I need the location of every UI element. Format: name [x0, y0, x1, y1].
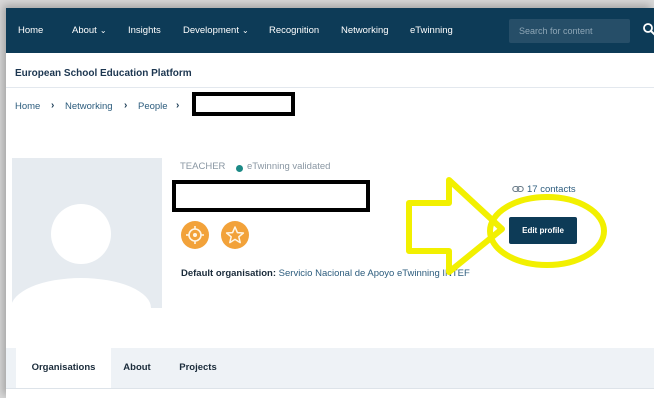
nav-etwinning[interactable]: eTwinning [410, 8, 453, 53]
profile-role: TEACHER [180, 161, 226, 172]
nav-about[interactable]: About ⌄ [72, 8, 107, 53]
user-silhouette-icon [12, 204, 151, 308]
default-org-label: Default organisation: [181, 268, 277, 279]
breadcrumb-separator: › [176, 100, 180, 111]
redacted-breadcrumb-name [192, 92, 295, 116]
browser-frame: Home About ⌄ Insights Development ⌄ Recogn… [6, 8, 654, 398]
search-box [509, 19, 630, 43]
nav-home[interactable]: Home [18, 8, 43, 53]
default-org-link[interactable]: Servicio Nacional de Apoyo eTwinning INT… [279, 268, 470, 279]
nav-networking[interactable]: Networking [341, 8, 389, 53]
nav-recognition[interactable]: Recognition [269, 8, 319, 53]
link-icon [512, 186, 524, 193]
breadcrumb-separator: › [51, 100, 55, 111]
chevron-down-icon: ⌄ [241, 26, 249, 35]
breadcrumb-separator: › [124, 100, 128, 111]
platform-title[interactable]: European School Education Platform [15, 68, 192, 79]
chevron-down-icon: ⌄ [99, 26, 107, 35]
nav-insights[interactable]: Insights [128, 8, 161, 53]
star-badge-icon[interactable] [221, 221, 249, 249]
nav-development[interactable]: Development ⌄ [183, 8, 249, 53]
breadcrumb-people[interactable]: People [138, 101, 168, 112]
redacted-profile-name [172, 180, 370, 212]
top-navigation: Home About ⌄ Insights Development ⌄ Recogn… [6, 8, 654, 53]
validated-dot-icon [236, 165, 243, 172]
validation-status: eTwinning validated [247, 161, 331, 172]
search-input[interactable] [509, 19, 619, 43]
arrow-annotation-icon [406, 177, 505, 275]
tab-projects[interactable]: Projects [173, 348, 223, 388]
breadcrumb-networking[interactable]: Networking [65, 101, 113, 112]
contacts-link[interactable]: 17 contacts [512, 184, 576, 195]
search-icon[interactable] [642, 21, 654, 39]
default-organisation: Default organisation: Servicio Nacional … [181, 268, 470, 279]
tab-organisations[interactable]: Organisations [16, 348, 111, 388]
tab-about[interactable]: About [114, 348, 160, 388]
gear-badge-icon[interactable] [181, 221, 209, 249]
breadcrumb-home[interactable]: Home [15, 101, 40, 112]
contacts-count: 17 contacts [527, 184, 576, 195]
edit-profile-button[interactable]: Edit profile [509, 217, 577, 244]
header-divider [6, 87, 654, 88]
avatar [12, 158, 162, 308]
